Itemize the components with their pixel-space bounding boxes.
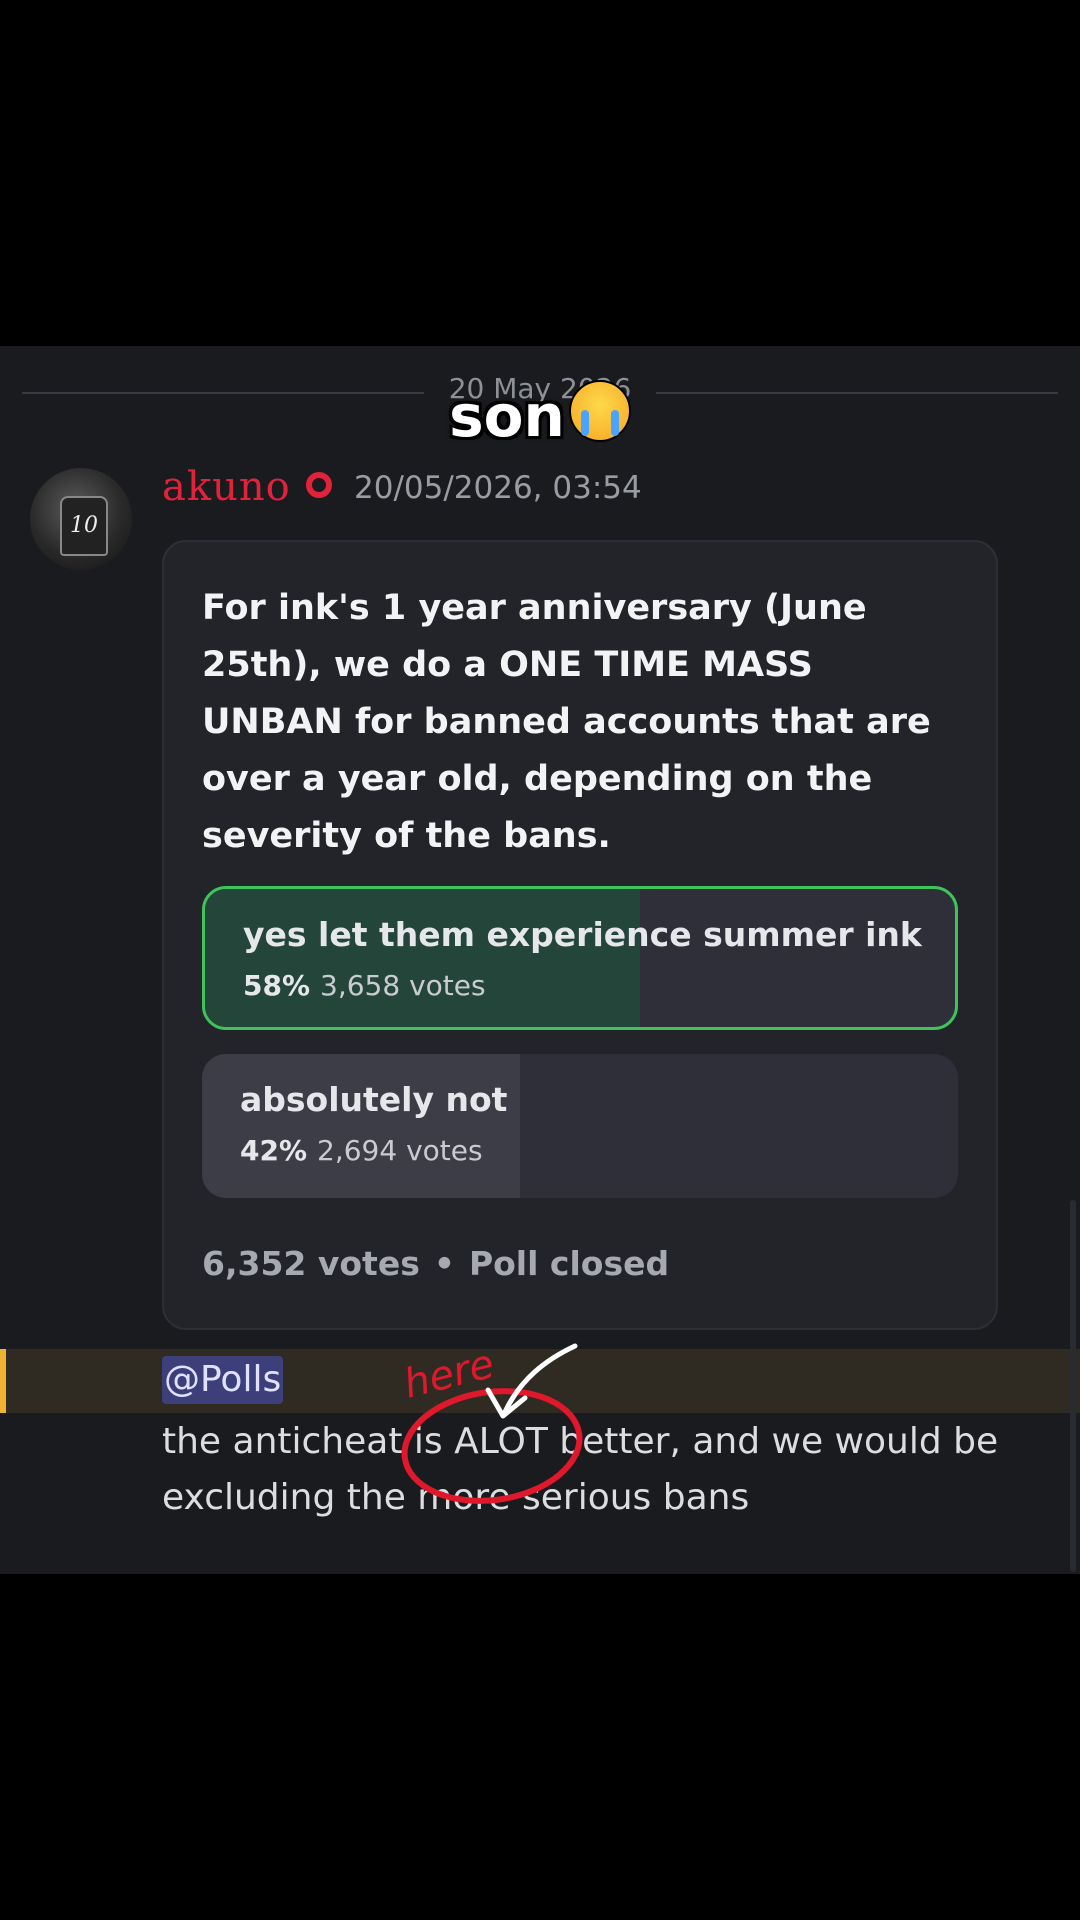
poll-option-1-stats: 58% 3,658 votes	[243, 969, 486, 1002]
poll-option-2-percent: 42%	[240, 1134, 308, 1167]
poll-option-1-label: yes let them experience summer ink	[243, 915, 922, 954]
poll-footer: 6,352 votes • Poll closed	[202, 1244, 669, 1283]
separator-dot: •	[433, 1244, 455, 1283]
video-caption: son	[0, 380, 1080, 450]
poll-option-1[interactable]: yes let them experience summer ink 58% 3,…	[202, 886, 958, 1030]
poll-option-1-fill	[205, 889, 640, 1027]
avatar-jersey-icon: 10	[60, 496, 108, 556]
poll-option-1-percent: 58%	[243, 969, 311, 1002]
status-ring-icon	[306, 472, 332, 498]
poll-status: Poll closed	[468, 1244, 670, 1283]
avatar[interactable]: 10	[30, 468, 132, 570]
poll-option-2-stats: 42% 2,694 votes	[240, 1134, 483, 1167]
crying-emoji-icon	[568, 380, 631, 442]
username[interactable]: akuno	[162, 464, 291, 510]
mention-polls[interactable]: @Polls	[162, 1356, 284, 1404]
poll-option-2-votes: 2,694 votes	[317, 1134, 483, 1167]
poll-option-2[interactable]: absolutely not 42% 2,694 votes	[202, 1054, 958, 1198]
message-timestamp: 20/05/2026, 03:54	[354, 470, 642, 506]
scrollbar[interactable]	[1070, 1200, 1076, 1572]
poll-option-1-votes: 3,658 votes	[320, 969, 486, 1002]
caption-text: son	[449, 382, 565, 450]
message-text: the anticheat is ALOT better, and we wou…	[162, 1421, 999, 1518]
poll-total-votes: 6,352 votes	[202, 1244, 420, 1283]
poll-option-2-fill	[202, 1054, 520, 1198]
poll-option-2-label: absolutely not	[240, 1080, 508, 1119]
poll-question: For ink's 1 year anniversary (June 25th)…	[202, 588, 931, 856]
mention-indicator-bar	[0, 1349, 6, 1413]
